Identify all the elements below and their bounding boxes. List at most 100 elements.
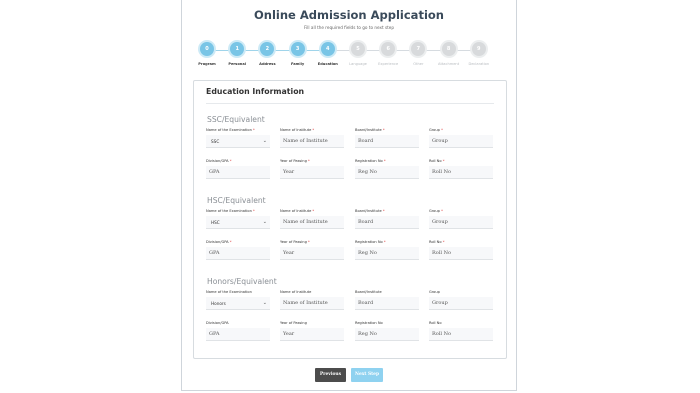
- field-label: Registration No *: [355, 240, 386, 244]
- field-label-text: Name of Institute: [280, 290, 312, 294]
- field-label-text: Group: [429, 290, 440, 294]
- previous-button[interactable]: Previous: [315, 368, 346, 382]
- step-personal[interactable]: 1 Personal: [222, 42, 252, 66]
- field-label: Group *: [429, 128, 443, 132]
- step-number: 5: [351, 42, 365, 56]
- field-label: Name of the Examination *: [206, 128, 255, 132]
- registration-input[interactable]: Reg No: [355, 166, 419, 179]
- group-input[interactable]: Group: [429, 297, 493, 310]
- field-label: Group: [429, 290, 440, 294]
- roll-input[interactable]: Roll No: [429, 247, 493, 260]
- field-label: Roll No *: [429, 159, 445, 163]
- year-input[interactable]: Year: [280, 328, 344, 341]
- examination-select[interactable]: Honors ⌄: [206, 297, 270, 310]
- step-label: Program: [198, 62, 216, 66]
- step-declaration[interactable]: 9 Declaration: [464, 42, 494, 66]
- gpa-input[interactable]: GPA: [206, 328, 270, 341]
- registration-input[interactable]: Reg No: [355, 328, 419, 341]
- selected-value: SSC: [211, 139, 220, 144]
- required-marker: *: [306, 159, 310, 163]
- field-label: Year of Passing *: [280, 159, 310, 163]
- step-program[interactable]: 0 Program: [192, 42, 222, 66]
- form-title: Education Information: [206, 87, 305, 96]
- institute-input[interactable]: Name of Institute: [280, 216, 344, 229]
- chevron-down-icon: ⌄: [262, 138, 267, 144]
- required-marker: *: [251, 209, 255, 213]
- step-label: Attachment: [438, 62, 460, 66]
- placeholder-text: Name of Institute: [283, 300, 328, 306]
- step-address[interactable]: 2 Address: [252, 42, 282, 66]
- field-label: Board/Institute: [355, 290, 382, 294]
- examination-select[interactable]: SSC ⌄: [206, 135, 270, 148]
- field-label-text: Group: [429, 209, 440, 213]
- placeholder-text: Roll No: [432, 250, 451, 256]
- field-label-text: Year of Passing: [280, 321, 307, 325]
- required-marker: *: [439, 128, 443, 132]
- field-label-text: Roll No: [429, 159, 442, 163]
- roll-input[interactable]: Roll No: [429, 166, 493, 179]
- registration-input[interactable]: Reg No: [355, 247, 419, 260]
- examination-select[interactable]: HSC ⌄: [206, 216, 270, 229]
- required-marker: *: [439, 209, 443, 213]
- field-label-text: Roll No: [429, 240, 442, 244]
- selected-value: Honors: [211, 301, 226, 306]
- board-input[interactable]: Board: [355, 297, 419, 310]
- field-label-text: Name of Institute: [280, 209, 312, 213]
- field-label-text: Roll No: [429, 321, 442, 325]
- step-number: 1: [230, 42, 245, 56]
- required-marker: *: [306, 240, 310, 244]
- placeholder-text: Reg No: [358, 250, 377, 256]
- field-label-text: Division/GPA: [206, 159, 229, 163]
- required-marker: *: [311, 209, 315, 213]
- year-input[interactable]: Year: [280, 166, 344, 179]
- roll-input[interactable]: Roll No: [429, 328, 493, 341]
- step-label: Declaration: [468, 62, 490, 66]
- step-number: 9: [471, 42, 486, 56]
- field-label-text: Name of Institute: [280, 128, 312, 132]
- gpa-input[interactable]: GPA: [206, 166, 270, 179]
- field-label-text: Year of Passing: [280, 240, 307, 244]
- institute-input[interactable]: Name of Institute: [280, 135, 344, 148]
- step-attachment[interactable]: 8 Attachment: [434, 42, 464, 66]
- group-input[interactable]: Group: [429, 135, 493, 148]
- placeholder-text: GPA: [209, 169, 220, 175]
- institute-input[interactable]: Name of Institute: [280, 297, 344, 310]
- placeholder-text: Reg No: [358, 331, 377, 337]
- gpa-input[interactable]: GPA: [206, 247, 270, 260]
- group-input[interactable]: Group: [429, 216, 493, 229]
- field-label-text: Board/Institute: [355, 128, 382, 132]
- step-other[interactable]: 7 Other: [403, 42, 433, 66]
- field-label-text: Division/GPA: [206, 321, 229, 325]
- field-label: Year of Passing: [280, 321, 307, 325]
- required-marker: *: [251, 128, 255, 132]
- step-number: 0: [200, 42, 214, 56]
- board-input[interactable]: Board: [355, 135, 419, 148]
- field-label: Name of Institute *: [280, 128, 314, 132]
- step-label: Family: [290, 62, 305, 66]
- step-language[interactable]: 5 Language: [343, 42, 373, 66]
- chevron-down-icon: ⌄: [262, 219, 267, 225]
- field-label: Year of Passing *: [280, 240, 310, 244]
- step-number: 4: [320, 42, 335, 56]
- placeholder-text: Board: [358, 219, 374, 225]
- placeholder-text: Board: [358, 138, 374, 144]
- field-label: Name of Institute *: [280, 209, 314, 213]
- field-label: Roll No: [429, 321, 442, 325]
- selected-value: HSC: [211, 220, 220, 225]
- step-education[interactable]: 4 Education: [313, 42, 343, 66]
- board-input[interactable]: Board: [355, 216, 419, 229]
- step-label: Language: [349, 62, 367, 66]
- required-marker: *: [441, 240, 445, 244]
- step-family[interactable]: 3 Family: [283, 42, 313, 66]
- next-step-button[interactable]: Next Step: [351, 368, 383, 382]
- placeholder-text: Year: [283, 250, 295, 256]
- field-label: Name of the Examination *: [206, 209, 255, 213]
- required-marker: *: [382, 159, 386, 163]
- divider: [206, 103, 494, 104]
- placeholder-text: Group: [432, 138, 448, 144]
- step-experience[interactable]: 6 Experience: [373, 42, 403, 66]
- year-input[interactable]: Year: [280, 247, 344, 260]
- required-marker: *: [228, 159, 232, 163]
- placeholder-text: Group: [432, 219, 448, 225]
- required-marker: *: [441, 159, 445, 163]
